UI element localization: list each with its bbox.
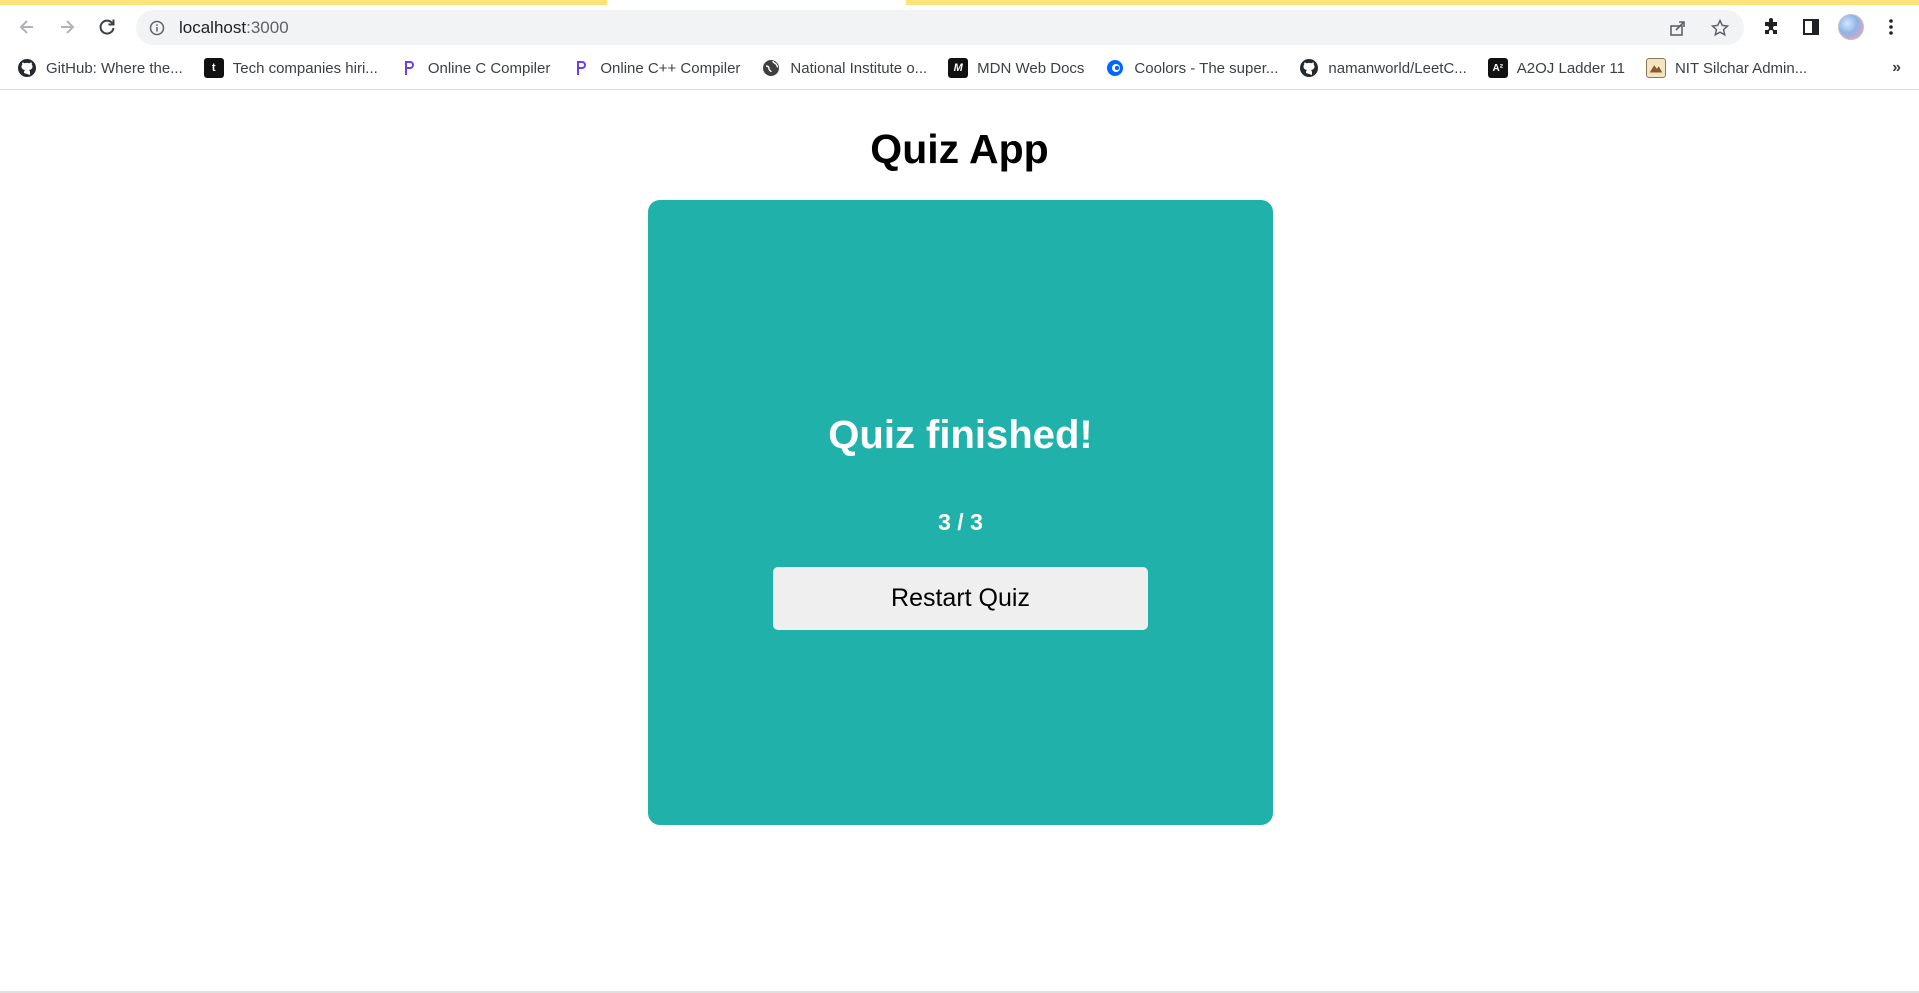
mdn-icon: M [948, 58, 969, 78]
bookmark-github[interactable]: GitHub: Where the... [17, 58, 183, 78]
bookmark-online-cpp-compiler[interactable]: Online C++ Compiler [571, 58, 740, 78]
bookmark-tech-companies[interactable]: t Tech companies hiri... [203, 58, 378, 78]
programiz-icon [571, 58, 591, 78]
quiz-finished-heading: Quiz finished! [828, 413, 1093, 457]
back-arrow-icon[interactable] [12, 12, 42, 42]
address-bar[interactable]: localhost:3000 [136, 10, 1744, 45]
bookmark-label: NIT Silchar Admin... [1674, 59, 1808, 77]
bookmark-label: MDN Web Docs [977, 59, 1085, 77]
bookmark-label: Online C++ Compiler [600, 59, 741, 77]
forward-arrow-icon[interactable] [52, 12, 82, 42]
a2oj-icon: A² [1487, 58, 1508, 78]
bookmark-label: Coolors - The super... [1134, 59, 1279, 77]
side-panel-icon[interactable] [1798, 14, 1824, 40]
programiz-icon [399, 58, 419, 78]
bookmark-online-c-compiler[interactable]: Online C Compiler [399, 58, 551, 78]
avatar [1838, 14, 1864, 40]
bookmark-a2oj[interactable]: A² A2OJ Ladder 11 [1487, 58, 1625, 78]
bookmark-label: A2OJ Ladder 11 [1516, 59, 1625, 77]
menu-kebab-icon[interactable] [1878, 14, 1904, 40]
bookmark-label: GitHub: Where the... [46, 59, 183, 77]
tab-strip [0, 0, 607, 5]
url-port: :3000 [246, 17, 289, 37]
browser-chrome: localhost:3000 GitHub: Where the... t Te… [0, 0, 1919, 90]
bookmark-label: National Institute o... [790, 59, 928, 77]
score-text: 3 / 3 [938, 509, 983, 535]
page-title: Quiz App [870, 126, 1049, 172]
reload-icon[interactable] [92, 12, 122, 42]
bookmark-label: Online C Compiler [427, 59, 551, 77]
page-content: Quiz App Quiz finished! 3 / 3 Restart Qu… [0, 90, 1919, 993]
bookmark-nit-silchar[interactable]: NIT Silchar Admin... [1645, 58, 1808, 78]
url-text[interactable]: localhost:3000 [179, 18, 289, 38]
extensions-icon[interactable] [1758, 14, 1784, 40]
url-host: localhost [179, 17, 247, 37]
bookmark-mdn[interactable]: M MDN Web Docs [948, 58, 1084, 78]
profile-avatar[interactable] [1838, 14, 1864, 40]
info-icon[interactable] [149, 20, 165, 36]
nit-icon [1645, 58, 1666, 78]
github-icon [17, 58, 37, 78]
globe-icon [761, 58, 781, 78]
bookmark-label: Tech companies hiri... [232, 59, 378, 77]
restart-quiz-button[interactable]: Restart Quiz [773, 567, 1148, 630]
tab-strip [906, 0, 1919, 5]
coolors-icon [1105, 58, 1125, 78]
t-icon: t [203, 58, 224, 78]
bookmarks-bar: GitHub: Where the... t Tech companies hi… [0, 54, 1919, 82]
bookmark-coolors[interactable]: Coolors - The super... [1105, 58, 1278, 78]
bookmark-national-institute[interactable]: National Institute o... [761, 58, 927, 78]
github-icon [1299, 58, 1319, 78]
bookmarks-overflow-button[interactable]: » [1892, 54, 1901, 82]
star-icon[interactable] [1710, 18, 1730, 38]
quiz-card: Quiz finished! 3 / 3 Restart Quiz [648, 200, 1273, 825]
bookmark-label: namanworld/LeetC... [1328, 59, 1467, 77]
bookmark-leetcode-repo[interactable]: namanworld/LeetC... [1299, 58, 1467, 78]
share-icon[interactable] [1668, 18, 1688, 38]
